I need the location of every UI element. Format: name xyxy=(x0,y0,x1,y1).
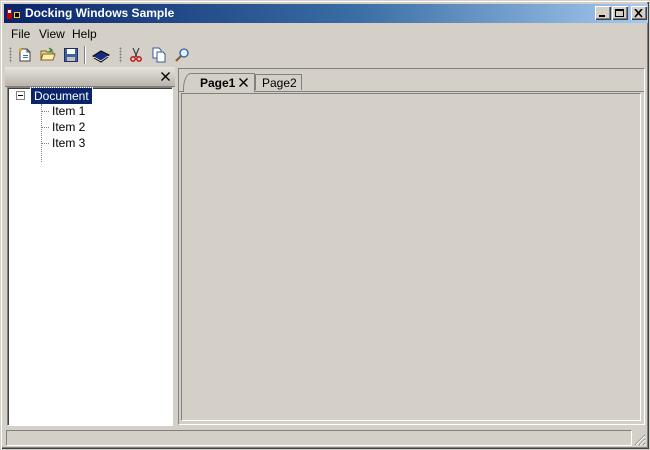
tree-connector xyxy=(41,111,49,112)
menu-help[interactable]: Help xyxy=(72,27,97,41)
document-content[interactable] xyxy=(181,93,641,421)
open-folder-button[interactable] xyxy=(38,45,58,65)
tree-node-item-3[interactable]: Item 3 xyxy=(52,136,85,150)
tree-connector xyxy=(41,127,49,128)
save-icon xyxy=(64,48,78,62)
maximize-icon xyxy=(615,8,624,17)
minimize-icon xyxy=(599,14,605,17)
window-title: Docking Windows Sample xyxy=(25,6,175,20)
dock-close-button[interactable] xyxy=(158,69,172,83)
book-icon xyxy=(92,50,110,63)
cut-button[interactable] xyxy=(126,45,146,65)
close-button[interactable] xyxy=(631,6,647,20)
find-button[interactable] xyxy=(172,45,192,65)
menu-bar: File View Help xyxy=(4,24,648,43)
toolbar-separator xyxy=(84,46,86,64)
dock-panel-header[interactable] xyxy=(5,67,175,87)
app-icon xyxy=(6,6,22,22)
menu-view[interactable]: View xyxy=(39,27,65,41)
close-icon xyxy=(239,78,248,87)
title-bar[interactable]: Docking Windows Sample xyxy=(4,4,648,23)
tree-node-item-2[interactable]: Item 2 xyxy=(52,120,85,134)
resize-grip-icon[interactable] xyxy=(634,434,646,446)
find-icon xyxy=(175,48,189,62)
new-document-button[interactable] xyxy=(15,45,35,65)
document-area: Page1 Page2 xyxy=(178,68,645,425)
tree-connector xyxy=(41,104,42,162)
toolbar xyxy=(4,43,648,67)
tab-close-button[interactable] xyxy=(237,76,250,89)
maximize-button[interactable] xyxy=(612,6,628,20)
new-document-icon xyxy=(19,48,31,62)
tree-view[interactable]: Document Item 1 Item 2 Item 3 xyxy=(7,87,173,426)
cut-icon xyxy=(130,47,142,62)
tab-page1[interactable]: Page1 xyxy=(183,73,255,92)
book-button[interactable] xyxy=(91,45,111,65)
tab-strip: Page1 Page2 xyxy=(179,69,644,92)
save-button[interactable] xyxy=(61,45,81,65)
tab-label: Page1 xyxy=(200,76,236,90)
menu-file[interactable]: File xyxy=(11,27,30,41)
collapse-icon[interactable] xyxy=(16,91,25,100)
status-pane xyxy=(6,430,632,446)
tree-connector xyxy=(41,143,49,144)
toolbar-grip[interactable] xyxy=(119,47,122,63)
tree-node-document[interactable]: Document xyxy=(30,87,93,105)
copy-icon xyxy=(152,47,166,63)
main-window: Docking Windows Sample File View Help Do… xyxy=(0,0,650,450)
close-icon xyxy=(160,71,170,81)
copy-button[interactable] xyxy=(149,45,169,65)
tab-page2[interactable]: Page2 xyxy=(255,74,302,90)
tree-dock-panel: Document Item 1 Item 2 Item 3 xyxy=(5,67,175,427)
tree-node-item-1[interactable]: Item 1 xyxy=(52,104,85,118)
close-icon xyxy=(634,8,643,18)
minimize-button[interactable] xyxy=(595,6,611,20)
tab-label: Page2 xyxy=(262,76,297,90)
open-folder-icon xyxy=(40,47,56,61)
status-bar xyxy=(4,428,648,448)
toolbar-grip[interactable] xyxy=(9,47,12,63)
